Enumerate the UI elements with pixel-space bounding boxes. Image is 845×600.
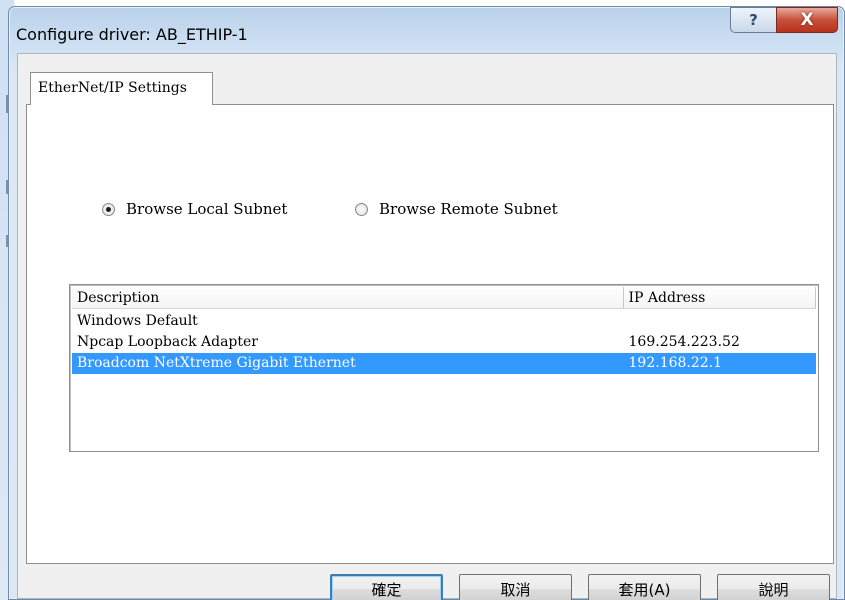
adapter-list[interactable]: Description IP Address Windows Default N…: [69, 284, 819, 452]
cancel-button[interactable]: 取消: [459, 574, 572, 600]
list-rows: Windows Default Npcap Loopback Adapter 1…: [72, 311, 816, 374]
list-item-selected[interactable]: Broadcom NetXtreme Gigabit Ethernet 192.…: [72, 353, 816, 374]
tab-panel: Browse Local Subnet Browse Remote Subnet…: [26, 104, 834, 564]
caption-buttons: ? X: [730, 7, 838, 33]
column-header-description[interactable]: Description: [72, 287, 624, 308]
browse-local-subnet-option[interactable]: Browse Local Subnet: [102, 200, 287, 218]
list-item[interactable]: Windows Default: [72, 311, 816, 332]
dialog-button-row: 確定 取消 套用(A) 說明: [18, 574, 838, 600]
help-caption-button[interactable]: ?: [730, 7, 776, 33]
adapter-description: Windows Default: [77, 313, 198, 329]
tab-ethernet-ip-settings[interactable]: EtherNet/IP Settings: [30, 72, 213, 105]
browse-remote-subnet-radio[interactable]: [355, 202, 368, 216]
list-header: Description IP Address: [72, 287, 816, 309]
close-button[interactable]: X: [776, 7, 838, 33]
browse-local-subnet-label: Browse Local Subnet: [126, 200, 288, 218]
dialog-client-area: EtherNet/IP Settings Browse Local Subnet…: [17, 53, 838, 600]
adapter-description: Broadcom NetXtreme Gigabit Ethernet: [77, 355, 356, 371]
column-header-ip-address[interactable]: IP Address: [623, 287, 816, 308]
browse-local-subnet-radio[interactable]: [102, 202, 115, 216]
adapter-description: Npcap Loopback Adapter: [77, 334, 258, 350]
help-button[interactable]: 說明: [717, 574, 830, 600]
close-icon: X: [800, 10, 814, 30]
list-item[interactable]: Npcap Loopback Adapter 169.254.223.52: [72, 332, 816, 353]
configure-driver-dialog: Configure driver: AB_ETHIP-1 ? X EtherNe…: [8, 6, 845, 600]
apply-button[interactable]: 套用(A): [588, 574, 701, 600]
adapter-ip: 169.254.223.52: [628, 334, 740, 350]
help-icon: ?: [749, 11, 758, 29]
ok-button[interactable]: 確定: [330, 574, 443, 600]
adapter-ip: [624, 311, 816, 332]
browse-remote-subnet-label: Browse Remote Subnet: [379, 200, 558, 218]
window-title: Configure driver: AB_ETHIP-1: [16, 25, 248, 44]
adapter-ip: 192.168.22.1: [628, 355, 723, 371]
browse-remote-subnet-option[interactable]: Browse Remote Subnet: [355, 200, 558, 218]
